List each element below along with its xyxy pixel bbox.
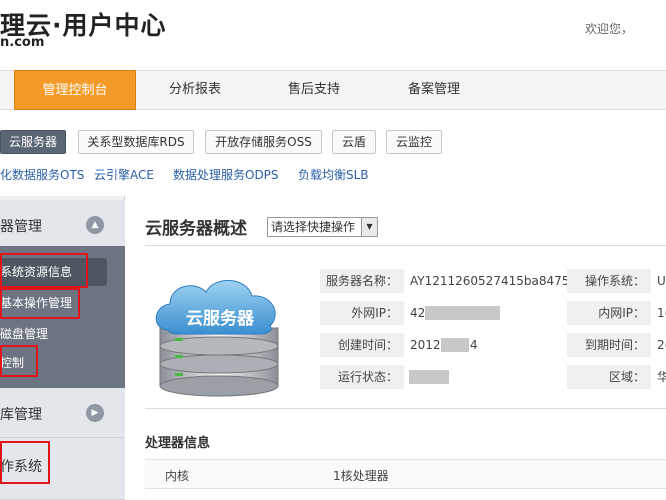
- value-expire: 2(: [657, 338, 666, 352]
- value-private-ip: 1(: [657, 306, 666, 320]
- product-tab-yundun[interactable]: 云盾: [332, 130, 376, 154]
- nav-tab-filing[interactable]: 备案管理: [374, 71, 494, 109]
- cpu-cell-value: 1核处理器: [333, 469, 389, 483]
- label-os: 操作系统：: [567, 269, 651, 293]
- label-public-ip: 外网IP：: [320, 301, 404, 325]
- value-created: 2012: [410, 338, 441, 352]
- logo-subtitle: n.com: [0, 35, 45, 50]
- divider: [145, 245, 666, 246]
- value-region: 华: [657, 370, 666, 384]
- redacted-block: [441, 338, 469, 352]
- nav-tab-support[interactable]: 售后支持: [254, 71, 374, 109]
- redacted-block: [409, 370, 449, 384]
- product-link-slb[interactable]: 负载均衡SLB: [298, 166, 369, 183]
- sidebar-item-disk[interactable]: 磁盘管理: [0, 325, 48, 342]
- table-row: 内核 1核处理器: [145, 459, 666, 489]
- nav-tab-reports[interactable]: 分析报表: [136, 71, 254, 109]
- value-public-ip: 42: [410, 306, 426, 320]
- product-tab-ecs[interactable]: 云服务器: [0, 130, 66, 154]
- value-os: U: [657, 274, 666, 288]
- highlight-box: [0, 253, 88, 288]
- value-created-tail: 4: [470, 338, 478, 352]
- highlight-box: [0, 345, 38, 377]
- product-tab-monitor[interactable]: 云监控: [386, 130, 442, 154]
- highlight-box: [0, 288, 80, 319]
- quick-action-select[interactable]: 请选择快捷操作 ▼: [267, 217, 378, 237]
- product-tab-rds[interactable]: 关系型数据库RDS: [78, 130, 194, 154]
- welcome-text: 欢迎您，: [585, 22, 634, 36]
- label-created: 创建时间：: [320, 333, 404, 357]
- label-region: 区域：: [567, 365, 651, 389]
- label-server-name: 服务器名称：: [320, 269, 404, 293]
- page-title: 云服务器概述: [145, 219, 247, 239]
- cpu-section-title: 处理器信息: [145, 436, 211, 451]
- highlight-box: [0, 441, 50, 484]
- main-nav: 管理控制台 分析报表 售后支持 备案管理: [0, 70, 666, 110]
- sidebar-group-server[interactable]: 器管理 ▲: [0, 200, 125, 250]
- nav-tab-console[interactable]: 管理控制台: [14, 70, 136, 110]
- chevron-right-icon[interactable]: ▶: [86, 404, 104, 422]
- server-cloud-icon: 云服务器: [155, 279, 279, 397]
- sidebar-group-database[interactable]: 库管理 ▶: [0, 388, 125, 438]
- label-status: 运行状态：: [320, 365, 404, 389]
- chevron-up-icon[interactable]: ▲: [86, 216, 104, 234]
- product-link-ace[interactable]: 云引擎ACE: [94, 166, 154, 183]
- label-expire: 到期时间：: [567, 333, 651, 357]
- dropdown-arrow-icon[interactable]: ▼: [361, 218, 377, 236]
- server-image-label: 云服务器: [186, 308, 255, 329]
- product-link-ots[interactable]: 化数据服务OTS: [0, 166, 84, 183]
- server-disk-stack: [159, 327, 279, 397]
- product-link-odps[interactable]: 数据处理服务ODPS: [173, 166, 279, 183]
- value-server-name: AY1211260527415ba8475: [410, 274, 570, 288]
- divider: [145, 408, 666, 409]
- sidebar-group-title: 库管理: [0, 407, 42, 423]
- header: 理云·用户中心 n.com 欢迎您，: [0, 0, 666, 70]
- product-tab-oss[interactable]: 开放存储服务OSS: [205, 130, 322, 154]
- cpu-cell-label: 内核: [165, 469, 190, 483]
- sidebar-group-title: 器管理: [0, 219, 42, 235]
- label-private-ip: 内网IP：: [567, 301, 651, 325]
- redacted-block: [425, 306, 500, 320]
